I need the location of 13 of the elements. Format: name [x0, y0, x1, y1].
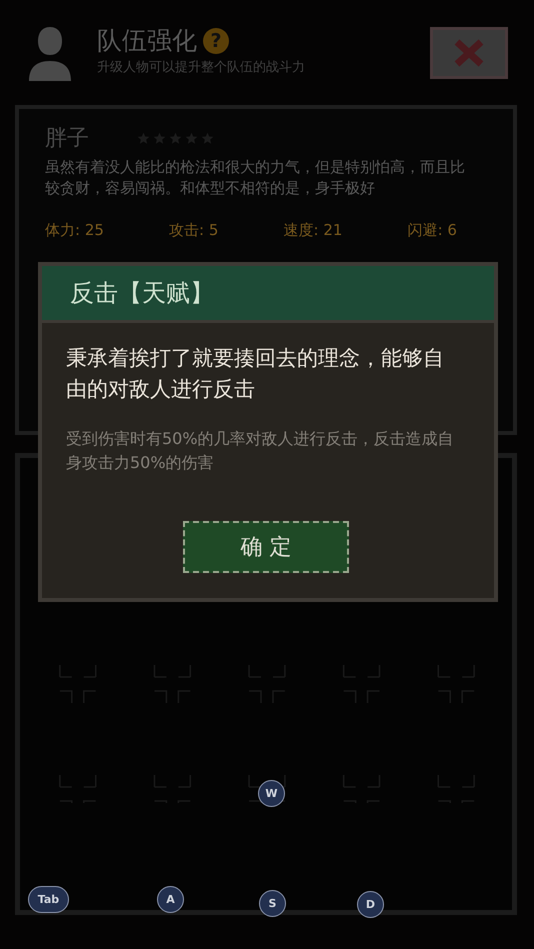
character-name: 胖子 [45, 125, 89, 153]
close-button[interactable] [430, 27, 508, 79]
page-title: 队伍强化 [97, 25, 197, 57]
stat-value: 速度: 21 [284, 221, 342, 240]
talent-effect: 受到伤害时有50%的几率对敌人进行反击，反击造成自身攻击力50%的伤害 [66, 428, 455, 474]
dialog-title: 反击【天赋】 [70, 278, 214, 309]
page-subtitle: 升级人物可以提升整个队伍的战斗力 [97, 59, 306, 76]
talent-description: 秉承着挨打了就要揍回去的理念，能够自由的对敌人进行反击 [66, 345, 445, 403]
stat-value: 体力: 25 [45, 221, 104, 240]
confirm-button[interactable]: 确 定 [183, 521, 349, 573]
character-description: 虽然有着没人能比的枪法和很大的力气，但是特别怕高，而且比较贪财，容易闯祸。和体型不相符的是，身手极好 [45, 157, 466, 199]
stat-value: 闪避: 6 [408, 221, 457, 240]
stat-value: 攻击: 5 [169, 221, 218, 240]
